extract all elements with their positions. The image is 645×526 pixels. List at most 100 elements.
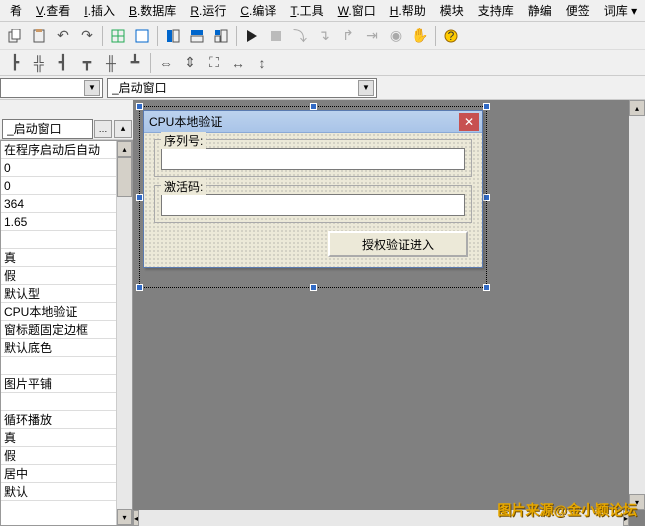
menu-note[interactable]: 便签 <box>560 0 596 21</box>
key-input[interactable] <box>161 194 465 216</box>
menu-window[interactable]: W.窗口 <box>332 0 382 21</box>
property-row[interactable]: 循环播放 <box>1 411 116 429</box>
resize-handle[interactable] <box>310 103 317 110</box>
scroll-up-icon[interactable]: ▴ <box>629 100 645 116</box>
scroll-thumb[interactable] <box>117 157 132 197</box>
property-row[interactable]: 图片平铺 <box>1 375 116 393</box>
serial-input[interactable] <box>161 148 465 170</box>
grid-icon[interactable] <box>107 25 129 47</box>
property-row[interactable] <box>1 231 116 249</box>
form-icon[interactable] <box>131 25 153 47</box>
property-row[interactable]: 1.65 <box>1 213 116 231</box>
menu-database[interactable]: B.数据库 <box>123 0 182 21</box>
redo-icon[interactable]: ↷ <box>76 25 98 47</box>
layout1-icon[interactable] <box>162 25 184 47</box>
align-center-icon[interactable]: ╬ <box>28 52 50 74</box>
watermark: 图片来源@金小颖论坛 <box>497 500 637 520</box>
property-row[interactable]: 默认底色 <box>1 339 116 357</box>
menu-compile[interactable]: C.编译 <box>234 0 282 21</box>
breakpoint-icon[interactable]: ◉ <box>385 25 407 47</box>
resize-handle[interactable] <box>483 194 490 201</box>
scroll-up-icon[interactable]: ▴ <box>117 141 132 157</box>
align-right-icon[interactable]: ┫ <box>52 52 74 74</box>
align-left-icon[interactable]: ┣ <box>4 52 26 74</box>
scrollbar-vertical[interactable]: ▴ ▾ <box>116 141 132 525</box>
play-icon[interactable] <box>241 25 263 47</box>
property-row[interactable]: 364 <box>1 195 116 213</box>
hand-icon[interactable]: ✋ <box>409 25 431 47</box>
resize-handle[interactable] <box>136 103 143 110</box>
menu-help[interactable]: H.帮助 <box>384 0 432 21</box>
stop-icon[interactable] <box>265 25 287 47</box>
authorize-button[interactable]: 授权验证进入 <box>328 231 468 257</box>
undo-icon[interactable]: ↶ <box>52 25 74 47</box>
design-form[interactable]: CPU本地验证 ✕ 序列号: 激活码: 授权验证进入 <box>143 110 483 268</box>
property-row[interactable]: 在程序启动后自动 <box>1 141 116 159</box>
property-row[interactable]: 默认 <box>1 483 116 501</box>
menu-support[interactable]: 支持库 <box>472 0 520 21</box>
ellipsis-button[interactable]: … <box>94 120 112 138</box>
layout3-icon[interactable] <box>210 25 232 47</box>
step-into-icon[interactable]: ↴ <box>313 25 335 47</box>
step-icon[interactable]: ⇥ <box>361 25 383 47</box>
resize-handle[interactable] <box>483 103 490 110</box>
resize-handle[interactable] <box>483 284 490 291</box>
property-row[interactable]: 0 <box>1 159 116 177</box>
property-row[interactable]: 居中 <box>1 465 116 483</box>
main-combo[interactable]: _启动窗口 ▼ <box>107 78 377 98</box>
chevron-down-icon[interactable]: ▼ <box>84 80 100 96</box>
combo-text: _启动窗口 <box>112 79 358 96</box>
property-row[interactable]: 窗标题固定边框 <box>1 321 116 339</box>
scroll-down-icon[interactable]: ▾ <box>117 509 132 525</box>
property-row[interactable]: 0 <box>1 177 116 195</box>
menu-run[interactable]: R.运行 <box>184 0 232 21</box>
center-v-icon[interactable]: ↕ <box>251 52 273 74</box>
menu-insert[interactable]: I.插入 <box>78 0 121 21</box>
property-row[interactable] <box>1 393 116 411</box>
resize-handle[interactable] <box>310 284 317 291</box>
same-width-icon[interactable]: ⇔ <box>155 52 177 74</box>
group-label: 激活码: <box>161 178 206 195</box>
chevron-down-icon[interactable]: ▼ <box>358 80 374 96</box>
left-combo[interactable]: ▼ <box>0 78 103 98</box>
group-key: 激活码: <box>154 185 472 223</box>
help-icon[interactable]: ? <box>440 25 462 47</box>
same-height-icon[interactable]: ⇕ <box>179 52 201 74</box>
property-row[interactable]: 真 <box>1 249 116 267</box>
property-row[interactable] <box>1 357 116 375</box>
property-row[interactable]: 真 <box>1 429 116 447</box>
paste-icon[interactable] <box>28 25 50 47</box>
center-h-icon[interactable]: ↔ <box>227 52 249 74</box>
align-mid-icon[interactable]: ╫ <box>100 52 122 74</box>
align-bottom-icon[interactable]: ┻ <box>124 52 146 74</box>
property-row[interactable]: 假 <box>1 267 116 285</box>
property-row[interactable]: CPU本地验证 <box>1 303 116 321</box>
resize-handle[interactable] <box>136 194 143 201</box>
menu-tools[interactable]: T.工具 <box>284 0 329 21</box>
step-over-icon[interactable]: ⤵ <box>289 25 311 47</box>
expand-button[interactable]: ▴ <box>114 120 132 138</box>
scroll-track[interactable] <box>629 116 645 494</box>
group-label: 序列号: <box>161 132 206 149</box>
scroll-track[interactable] <box>117 197 132 509</box>
menu-module[interactable]: 模块 <box>434 0 470 21</box>
copy-icon[interactable] <box>4 25 26 47</box>
menu-view[interactable]: V.查看 <box>30 0 76 21</box>
menu-dict[interactable]: 词库 ▾ <box>598 0 643 21</box>
menu-static[interactable]: 静编 <box>522 0 558 21</box>
property-row[interactable]: 默认型 <box>1 285 116 303</box>
close-icon[interactable]: ✕ <box>459 113 479 131</box>
design-canvas[interactable]: CPU本地验证 ✕ 序列号: 激活码: 授权验证进入 ▴ ▾ <box>133 100 645 526</box>
property-col: 在程序启动后自动003641.65真假默认型CPU本地验证窗标题固定边框默认底色… <box>1 141 116 525</box>
menu-item[interactable]: 肴 <box>4 0 28 21</box>
resize-handle[interactable] <box>136 284 143 291</box>
step-out-icon[interactable]: ↱ <box>337 25 359 47</box>
separator <box>435 26 436 46</box>
canvas-scroll-v[interactable]: ▴ ▾ <box>629 100 645 510</box>
property-row[interactable]: 假 <box>1 447 116 465</box>
layout2-icon[interactable] <box>186 25 208 47</box>
property-object-combo[interactable]: _启动窗口 <box>2 119 93 139</box>
same-size-icon[interactable]: ⛶ <box>203 52 225 74</box>
form-titlebar[interactable]: CPU本地验证 ✕ <box>144 111 482 133</box>
align-top-icon[interactable]: ┳ <box>76 52 98 74</box>
